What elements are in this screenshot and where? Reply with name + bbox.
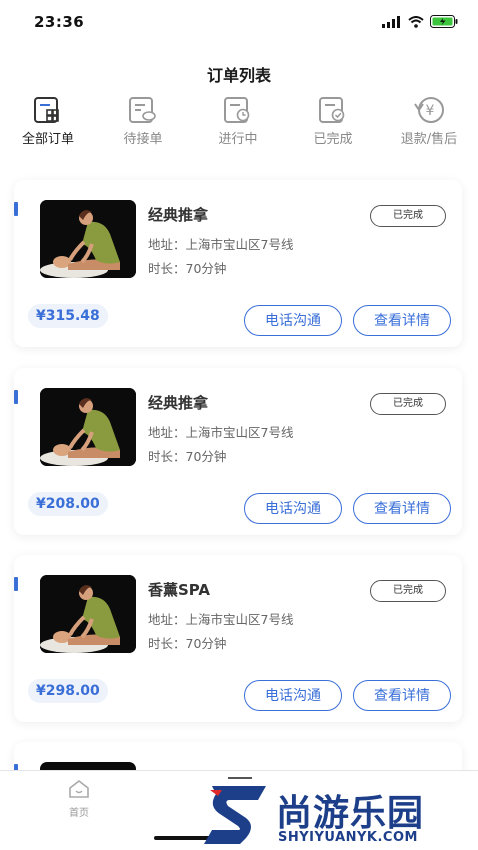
view-details-button[interactable]: 查看详情 (353, 493, 451, 524)
card-accent (14, 202, 18, 216)
tab-label: 进行中 (218, 132, 258, 147)
wifi-icon (408, 15, 424, 28)
card-accent (14, 390, 18, 404)
order-card[interactable]: 经典推拿 已完成 地址：上海市宝山区7号线 时长：70分钟 ¥208.00 电话… (14, 368, 462, 535)
view-details-button[interactable]: 查看详情 (353, 680, 451, 711)
order-price: ¥315.48 (28, 304, 108, 328)
refund-icon: ¥ (414, 97, 444, 123)
watermark: 尚游乐园 SHYIYUANYK.COM (200, 778, 478, 850)
tab-label: 全部订单 (21, 132, 74, 147)
service-thumbnail (40, 388, 136, 466)
call-button[interactable]: 电话沟通 (244, 493, 342, 524)
in-progress-icon (224, 97, 250, 123)
view-details-button[interactable]: 查看详情 (353, 305, 451, 336)
order-duration: 时长：70分钟 (148, 449, 227, 464)
service-name: 香薰SPA (148, 581, 211, 599)
status-badge: 已完成 (370, 580, 446, 602)
svg-text:¥: ¥ (426, 103, 435, 119)
watermark-url: SHYIYUANYK.COM (278, 830, 418, 845)
order-address: 地址：上海市宝山区7号线 (148, 425, 294, 440)
service-name: 经典推拿 (148, 206, 209, 224)
nav-home[interactable]: 首页 (62, 779, 96, 819)
signal-icon (382, 15, 400, 28)
tab-label: 待接单 (123, 132, 163, 147)
status-bar: 23:36 (0, 0, 478, 46)
completed-icon (319, 97, 345, 123)
service-thumbnail (40, 575, 136, 653)
order-address: 地址：上海市宝山区7号线 (148, 612, 294, 627)
order-address: 地址：上海市宝山区7号线 (148, 237, 294, 252)
tab-refund[interactable]: ¥ 退款/售后 (384, 94, 474, 147)
tab-label: 退款/售后 (400, 132, 458, 147)
battery-icon (430, 15, 458, 28)
order-card[interactable]: 香薰SPA 已完成 地址：上海市宝山区7号线 时长：70分钟 ¥298.00 电… (14, 555, 462, 722)
status-time: 23:36 (34, 13, 85, 31)
all-orders-icon (34, 97, 59, 123)
call-button[interactable]: 电话沟通 (244, 680, 342, 711)
service-thumbnail (40, 200, 136, 278)
page-title: 订单列表 (206, 66, 271, 85)
card-accent (14, 577, 18, 591)
order-price: ¥208.00 (28, 492, 108, 516)
nav-home-label: 首页 (69, 808, 89, 819)
call-button[interactable]: 电话沟通 (244, 305, 342, 336)
tab-completed[interactable]: 已完成 (288, 94, 378, 147)
order-duration: 时长：70分钟 (148, 261, 227, 276)
service-name: 经典推拿 (148, 394, 209, 412)
pending-orders-icon (129, 97, 156, 123)
tab-in-progress[interactable]: 进行中 (193, 94, 283, 147)
tab-all-orders[interactable]: 全部订单 (3, 94, 93, 147)
order-card[interactable]: 经典推拿 已完成 地址：上海市宝山区7号线 时长：70分钟 ¥315.48 电话… (14, 180, 462, 347)
status-badge: 已完成 (370, 393, 446, 415)
tab-label: 已完成 (313, 132, 353, 147)
order-duration: 时长：70分钟 (148, 636, 227, 651)
watermark-logo-icon (204, 786, 266, 844)
order-price: ¥298.00 (28, 679, 108, 703)
status-icons (382, 15, 458, 28)
home-icon (69, 779, 89, 798)
order-tabs: 全部订单 待接单 进行中 已完成 ¥ 退款/售后 (0, 94, 478, 154)
watermark-text: 尚游乐园 (276, 793, 425, 834)
status-badge: 已完成 (370, 205, 446, 227)
tab-pending[interactable]: 待接单 (98, 94, 188, 147)
